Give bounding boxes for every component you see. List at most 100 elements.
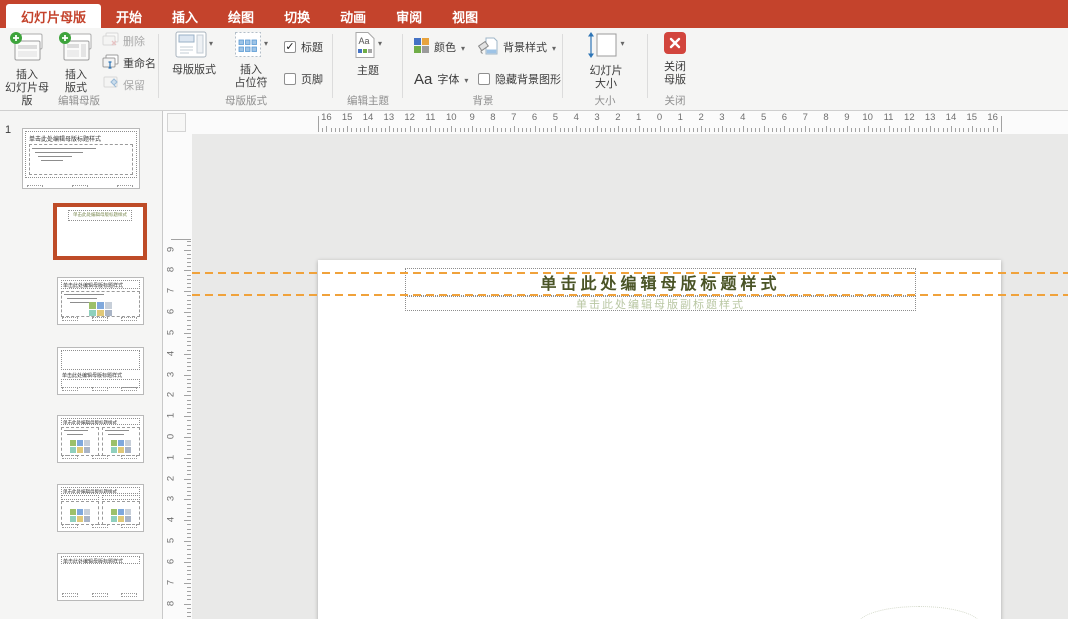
- hide-background-graphics-box[interactable]: [478, 73, 490, 85]
- tab-view[interactable]: 视图: [437, 4, 493, 28]
- content-icon: [77, 447, 83, 453]
- ribbon-group-master-layout: ▾ 母版版式 ▾ 插入 占位符 ✓ 标题 页脚 母版版式: [160, 28, 332, 110]
- footer-checkbox-box[interactable]: [284, 73, 296, 85]
- master-layout-button[interactable]: ▾ 母版版式: [166, 31, 222, 77]
- h-ruler-tick: [921, 128, 923, 132]
- h-ruler-tick: [647, 128, 648, 132]
- h-ruler-number: 7: [511, 112, 517, 123]
- tab-transitions[interactable]: 切换: [269, 4, 325, 28]
- fonts-dropdown-icon[interactable]: ▾: [464, 76, 468, 85]
- tab-slide-master[interactable]: 幻灯片母版: [6, 4, 102, 28]
- content-icon: [125, 440, 131, 446]
- v-ruler-tick: [187, 616, 191, 618]
- slide-thumbnail-title-only[interactable]: 单击此处编辑母版标题样式: [57, 553, 144, 601]
- v-ruler-tick: [187, 557, 191, 559]
- h-ruler-tick: [876, 128, 878, 132]
- subtitle-placeholder[interactable]: 单击此处编辑母版副标题样式: [405, 296, 916, 311]
- rename-label: 重命名: [123, 58, 156, 70]
- background-styles-dropdown-icon[interactable]: ▾: [552, 44, 556, 53]
- preserve-button[interactable]: 保留: [102, 76, 145, 93]
- h-ruler-tick: [759, 128, 761, 132]
- v-ruler-tick: [187, 503, 191, 505]
- h-ruler-tick: [917, 128, 919, 132]
- text-line: [108, 434, 124, 435]
- thumb-title-placeholder: 单击此处编辑母版标题样式: [61, 280, 140, 289]
- h-ruler-tick: [755, 128, 757, 132]
- h-ruler-tick: [638, 126, 640, 132]
- thumb-title-placeholder: 单击此处编辑母版标题样式: [68, 210, 132, 221]
- slide-thumbnail-two-content[interactable]: 单击此处编辑母版标题样式: [57, 415, 144, 463]
- text-line: [32, 148, 96, 149]
- group-divider: [332, 34, 333, 98]
- slide-thumbnail-master[interactable]: 单击此处编辑母版标题样式: [22, 128, 140, 189]
- tab-draw[interactable]: 绘图: [213, 4, 269, 28]
- insert-placeholder-button[interactable]: ▾ 插入 占位符: [224, 31, 278, 90]
- h-ruler-tick: [992, 126, 994, 132]
- themes-dropdown-icon[interactable]: ▾: [378, 39, 382, 48]
- close-master-button[interactable]: 关闭 母版: [653, 31, 697, 87]
- h-ruler-tick: [680, 126, 682, 132]
- title-checkbox-box[interactable]: ✓: [284, 41, 296, 53]
- rename-button[interactable]: 重命名: [102, 54, 156, 71]
- v-ruler-tick: [184, 582, 191, 584]
- v-ruler-number: 6: [165, 308, 177, 315]
- h-ruler-number: 13: [383, 112, 395, 123]
- h-ruler-tick: [322, 128, 324, 132]
- tab-review[interactable]: 审阅: [381, 4, 437, 28]
- v-ruler-tick: [187, 307, 191, 309]
- slide-thumbnail-title-content[interactable]: 单击此处编辑母版标题样式: [57, 277, 144, 325]
- tab-home[interactable]: 开始: [101, 4, 157, 28]
- colors-icon: [414, 38, 429, 56]
- h-ruler-tick: [563, 128, 565, 132]
- h-ruler-tick: [534, 126, 536, 132]
- text-line: [64, 430, 88, 431]
- v-ruler-tick: [187, 549, 191, 551]
- v-ruler-number: 9: [165, 246, 177, 252]
- insert-placeholder-dropdown-icon[interactable]: ▾: [264, 39, 268, 48]
- v-ruler-tick: [187, 357, 191, 359]
- v-ruler-tick: [184, 291, 191, 293]
- v-ruler-tick: [187, 553, 191, 555]
- ribbon-group-size: ▾ 幻灯片 大小 大小: [564, 28, 646, 110]
- title-checkbox[interactable]: ✓ 标题: [284, 40, 323, 54]
- slide-thumbnail-comparison[interactable]: 单击此处编辑母版标题样式: [57, 484, 144, 532]
- v-ruler-number: 7: [165, 288, 177, 294]
- h-ruler-tick: [771, 128, 773, 132]
- slide-thumbnail-section-header[interactable]: 单击此处编辑母版标题样式: [57, 347, 144, 395]
- footer-placeholder: [91, 524, 108, 528]
- colors-dropdown-icon[interactable]: ▾: [461, 44, 465, 53]
- insert-layout-button[interactable]: 插入 版式: [54, 31, 98, 95]
- thumb-title-placeholder: 单击此处编辑母版标题样式: [61, 487, 140, 494]
- tab-animations[interactable]: 动画: [325, 4, 381, 28]
- v-ruler-number: 3: [165, 496, 177, 502]
- content-icon: [118, 447, 124, 453]
- h-ruler-tick: [751, 128, 753, 132]
- tab-insert[interactable]: 插入: [157, 4, 213, 28]
- themes-button[interactable]: Aa ▾ 主题: [346, 31, 390, 78]
- h-ruler-tick: [705, 128, 707, 132]
- v-ruler-tick: [187, 470, 191, 472]
- fonts-button[interactable]: Aa 字体 ▾: [414, 72, 468, 87]
- background-styles-button[interactable]: 背景样式 ▾: [477, 37, 556, 54]
- slide-size-dropdown-icon[interactable]: ▾: [620, 39, 624, 48]
- h-ruler-tick: [892, 128, 894, 132]
- h-ruler-tick: [497, 128, 499, 132]
- h-ruler-number: 15: [341, 112, 353, 123]
- footer-checkbox[interactable]: 页脚: [284, 72, 323, 86]
- slide-size-label: 幻灯片 大小: [589, 65, 623, 91]
- v-ruler-tick: [187, 449, 191, 451]
- h-ruler-number: 2: [698, 112, 704, 123]
- colors-button[interactable]: 颜色 ▾: [414, 38, 465, 56]
- h-ruler-tick: [463, 128, 465, 132]
- h-ruler-tick: [347, 126, 349, 132]
- slide-size-button[interactable]: ▾ 幻灯片 大小: [580, 31, 632, 91]
- h-ruler-tick: [330, 128, 332, 132]
- text-line: [38, 156, 72, 157]
- hide-background-graphics-checkbox[interactable]: 隐藏背景图形: [478, 72, 561, 86]
- delete-button[interactable]: 删除: [102, 32, 145, 49]
- insert-layout-label: 插入 版式: [65, 69, 87, 95]
- h-ruler-tick: [888, 126, 890, 132]
- slide-thumbnail-title-slide[interactable]: 单击此处编辑母版标题样式: [53, 203, 147, 260]
- h-ruler-tick: [684, 128, 686, 132]
- master-layout-dropdown-icon[interactable]: ▾: [209, 39, 213, 48]
